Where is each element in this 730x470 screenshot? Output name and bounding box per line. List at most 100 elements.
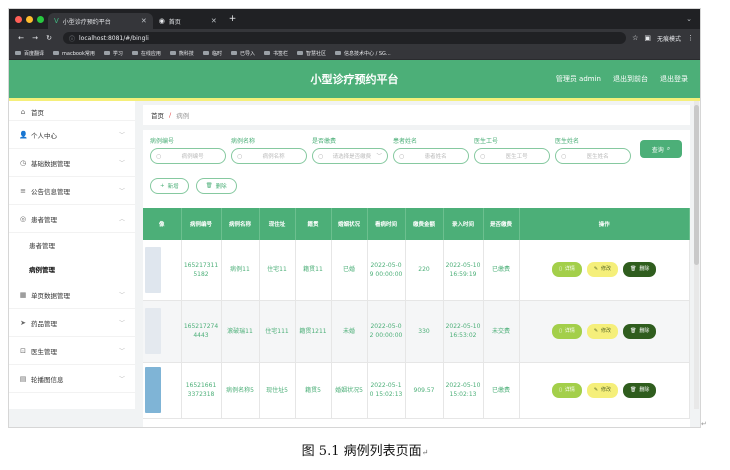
chevron-down-icon: ﹀	[118, 376, 125, 383]
detail-button[interactable]: ▯ 详情	[552, 262, 582, 278]
query-button[interactable]: 查询 ⌕	[640, 140, 682, 158]
close-tab-icon[interactable]: ✕	[141, 17, 147, 25]
bookmark-item[interactable]: 学习	[103, 50, 123, 57]
column-header: 婚姻状况	[331, 208, 368, 240]
query-label: 查询	[651, 146, 664, 154]
delete-button[interactable]: 🗑 删除	[623, 323, 657, 339]
maximize-window-dot[interactable]	[37, 15, 44, 23]
filter-placeholder: 病例编号	[181, 154, 204, 160]
bookmark-item[interactable]: 信息技术中心 / SG...	[335, 50, 391, 57]
table-cell: 220	[405, 240, 444, 301]
bookmark-item[interactable]: 已导入	[230, 50, 255, 57]
table-cell: 住宅11	[259, 240, 296, 301]
folder-icon	[263, 51, 270, 55]
logout-link[interactable]: 退出登录	[660, 74, 688, 84]
person-icon: 👤	[19, 130, 28, 139]
table-row: 1652172744443 滚破瑞11 住宅111 籍贯1211 未婚 2022-05-0…	[143, 300, 690, 363]
folder-icon	[169, 51, 176, 55]
sidebar-item[interactable]: ⌂ 首页	[9, 103, 135, 121]
filter-input[interactable]: ○ 病例名称	[231, 148, 307, 164]
filter-input[interactable]: ○ 医生工号	[474, 148, 550, 164]
detail-button[interactable]: ▯ 详情	[552, 382, 582, 398]
more-menu-icon[interactable]: ⋮	[687, 34, 694, 42]
column-header: 病例名称	[221, 208, 260, 240]
tab-list-chevron-icon[interactable]: ⌄	[686, 15, 692, 23]
breadcrumb-current: 病例	[176, 112, 190, 120]
sidebar-subitem[interactable]: 病例管理	[9, 257, 135, 281]
folder-icon	[53, 51, 60, 55]
delete-button[interactable]: 🗑 删除	[623, 262, 657, 278]
bookmark-item[interactable]: macbook常用	[53, 50, 95, 57]
column-header: 操作	[519, 208, 690, 240]
sidebar-item[interactable]: ▤ 轮播图信息 ﹀	[9, 365, 135, 393]
filter-input[interactable]: ○ 医生姓名	[555, 148, 631, 164]
forward-arrow-icon[interactable]: →	[29, 34, 41, 42]
sidebar-item-label: 个人中心	[31, 131, 57, 140]
add-label: 新增	[167, 184, 179, 190]
bookmark-item[interactable]: 书签栏	[263, 50, 288, 57]
breadcrumb-home[interactable]: 首页	[151, 110, 164, 120]
sidebar-item-label: 首页	[31, 108, 44, 117]
filter-input[interactable]: ○ 患者姓名	[393, 148, 469, 164]
filter-group: 病例名称 ○ 病例名称	[231, 136, 312, 164]
browser-tab-active[interactable]: V 小型诊疗预约平台 ✕	[48, 13, 153, 29]
browser-tab[interactable]: ◉ 首页 ✕	[153, 13, 223, 29]
close-tab-icon[interactable]: ✕	[211, 17, 217, 25]
search-icon: ○	[480, 152, 486, 160]
folder-icon	[15, 51, 21, 55]
bookmark-item[interactable]: 在线应用	[131, 50, 161, 57]
exit-to-front-link[interactable]: 退出到前台	[613, 74, 648, 84]
scrollbar-thumb[interactable]	[694, 105, 699, 265]
list-icon: ≡	[20, 186, 26, 195]
bookmark-item[interactable]: 智慧社区	[296, 50, 326, 57]
bookmark-item[interactable]: 临时	[202, 50, 222, 57]
table-cell: 未婚	[331, 300, 368, 363]
bookmark-label: 在线应用	[140, 50, 161, 57]
table-cell: 2022-05-02 00:00:00	[367, 300, 406, 363]
sidebar-item[interactable]: ➤ 药品管理 ﹀	[9, 309, 135, 337]
table-cell: 2022-05-10 16:53:02	[443, 300, 484, 363]
photo-cell	[143, 362, 182, 419]
bookmark-item[interactable]: 熊科技	[169, 50, 194, 57]
sidebar-subitem[interactable]: 患者管理	[9, 233, 135, 257]
table-cell: 滚破瑞11	[221, 300, 260, 363]
page-scrollbar[interactable]	[694, 101, 699, 409]
sidebar-item[interactable]: ⊡ 医生管理 ﹀	[9, 337, 135, 365]
table-row: 1652173115182 病例11 住宅11 籍贯11 已婚 2022-05-09 00…	[143, 240, 690, 301]
edit-button[interactable]: ✎ 修改	[586, 262, 619, 278]
delete-button[interactable]: 🗑 删除	[623, 382, 657, 398]
add-button[interactable]: + 新增	[150, 178, 189, 194]
sidebar-item[interactable]: ◎ 患者管理 ︿	[9, 205, 135, 233]
back-arrow-icon[interactable]: ←	[15, 34, 27, 42]
filter-input[interactable]: ○ 病例编号	[150, 148, 226, 164]
reload-icon[interactable]: ↻	[43, 34, 55, 42]
paragraph-mark-icon: ↵	[701, 420, 707, 428]
sidepanel-icon[interactable]: ▣	[644, 34, 651, 42]
table-row: 16521661 3372318 病例名称5 现住址5 籍贯5 婚姻状况5 2022-05…	[143, 362, 690, 419]
detail-button[interactable]: ▯ 详情	[552, 323, 582, 339]
sidebar-item[interactable]: ◷ 基础数据管理 ﹀	[9, 149, 135, 177]
new-tab-icon[interactable]: +	[229, 14, 237, 24]
sidebar-item[interactable]: ▦ 单页数据管理 ﹀	[9, 281, 135, 309]
bookmark-item[interactable]: 百度翻译	[15, 50, 44, 57]
batch-delete-button[interactable]: 🗑 删除	[195, 178, 237, 194]
table-header-row: 像病例编号 病例名称 现住址 籍贯 婚姻状况 看病时间 缴费金额 录入时间 是否缴费 操作	[143, 208, 690, 240]
incognito-label[interactable]: 无痕模式	[657, 34, 681, 43]
close-window-dot[interactable]	[15, 15, 22, 23]
edit-button[interactable]: ✎ 修改	[586, 382, 619, 398]
admin-user-link[interactable]: 管理员 admin	[556, 74, 601, 84]
info-icon: ⓘ	[69, 35, 76, 43]
paid-select[interactable]: ○ 请选择是否缴费 ﹀	[312, 148, 388, 164]
edit-button[interactable]: ✎ 修改	[586, 323, 619, 339]
search-icon: ○	[156, 152, 162, 160]
chevron-down-icon: ﹀	[376, 154, 382, 160]
minimize-window-dot[interactable]	[26, 15, 33, 23]
filter-label: 病例名称	[231, 138, 256, 145]
sidebar-item[interactable]: 👤 个人中心 ﹀	[9, 121, 135, 149]
op-label: 详情	[564, 266, 575, 273]
sidebar-item[interactable]: ≡ 公告信息管理 ﹀	[9, 177, 135, 205]
url-field[interactable]: ⓘ localhost:8081/#/bingli	[63, 32, 627, 44]
filter-group: 医生工号 ○ 医生工号	[474, 136, 555, 164]
table-cell: 籍贯5	[295, 362, 332, 419]
star-icon[interactable]: ☆	[632, 34, 638, 42]
